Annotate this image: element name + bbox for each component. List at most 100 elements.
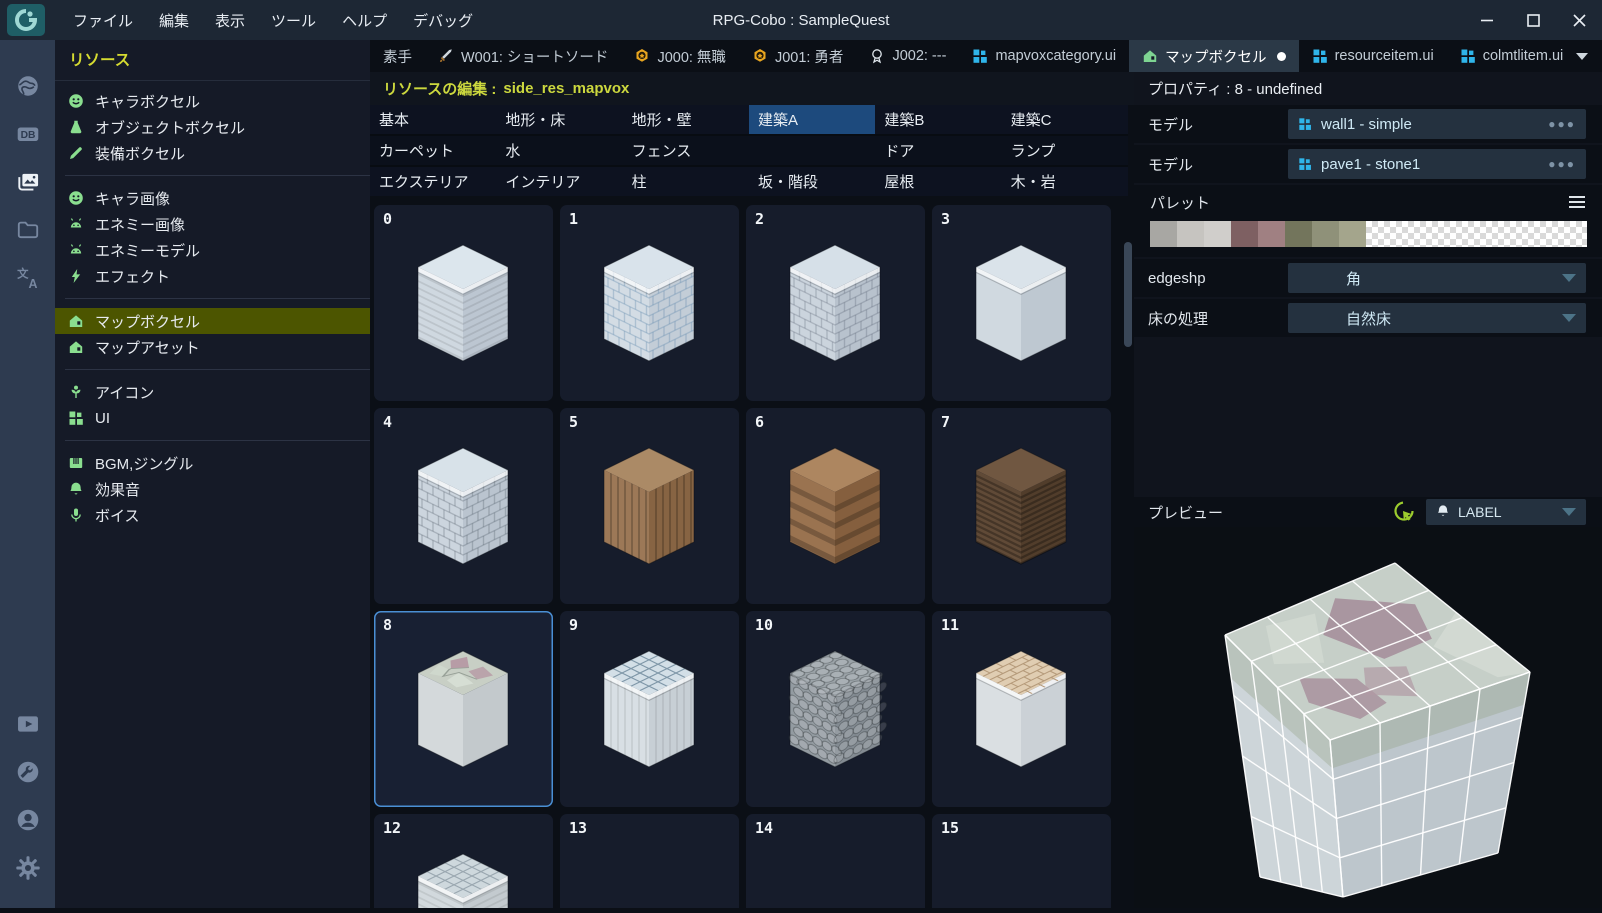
category-cell-r0c2[interactable]: 地形・壁 <box>623 105 749 134</box>
palette-strip[interactable] <box>1150 221 1587 247</box>
folder-icon[interactable] <box>8 210 48 250</box>
tab-8[interactable]: colmtlitem.ui <box>1447 40 1577 72</box>
palette-swatch-3[interactable] <box>1231 221 1258 247</box>
tile-2[interactable]: 2 <box>746 205 925 401</box>
badge-gold-icon <box>752 48 768 64</box>
model1-field[interactable]: wall1 - simple ●●● <box>1288 109 1586 139</box>
palette-swatch-5[interactable] <box>1285 221 1312 247</box>
tile-4[interactable]: 4 <box>374 408 553 604</box>
tile-10[interactable]: 10 <box>746 611 925 807</box>
category-cell-r0c5[interactable]: 建築C <box>1002 105 1128 134</box>
palette-swatch-1[interactable] <box>1177 221 1204 247</box>
play-icon[interactable] <box>8 704 48 744</box>
palette-swatch-2[interactable] <box>1204 221 1231 247</box>
sidebar-item-12[interactable]: アイコン <box>55 379 370 405</box>
gear-icon[interactable] <box>8 848 48 888</box>
menu-item-2[interactable]: 表示 <box>203 6 257 35</box>
chevron-down-icon[interactable] <box>1576 53 1588 60</box>
sidebar-item-4[interactable]: キャラ画像 <box>55 185 370 211</box>
category-cell-r1c4[interactable]: ドア <box>875 136 1001 165</box>
category-cell-r1c1[interactable]: 水 <box>496 136 622 165</box>
scrollbar[interactable] <box>1124 207 1132 908</box>
category-cell-r0c1[interactable]: 地形・床 <box>496 105 622 134</box>
tab-1[interactable]: W001: ショートソード <box>425 40 621 72</box>
grid-cyan-icon <box>1460 48 1476 64</box>
palette-swatch-7[interactable] <box>1339 221 1366 247</box>
sidebar-item-2[interactable]: 装備ボクセル <box>55 140 370 166</box>
category-cell-r1c5[interactable]: ランプ <box>1002 136 1128 165</box>
palette-swatch-0[interactable] <box>1150 221 1177 247</box>
tile-6[interactable]: 6 <box>746 408 925 604</box>
tile-1[interactable]: 1 <box>560 205 739 401</box>
category-cell-r0c4[interactable]: 建築B <box>875 105 1001 134</box>
sidebar-item-16[interactable]: 効果音 <box>55 476 370 502</box>
preview-label-dropdown[interactable]: LABEL <box>1426 499 1586 525</box>
preview-3d-viewport[interactable] <box>1134 527 1602 908</box>
tile-14[interactable]: 14 <box>746 814 925 908</box>
tile-number: 12 <box>383 819 401 837</box>
sidebar-item-0[interactable]: キャラボクセル <box>55 88 370 114</box>
minimize-button[interactable] <box>1464 0 1510 40</box>
tab-2[interactable]: J000: 無職 <box>621 40 739 72</box>
tab-0[interactable]: 素手 <box>370 40 425 72</box>
wrench-icon[interactable] <box>8 752 48 792</box>
category-cell-r0c3[interactable]: 建築A <box>749 105 875 134</box>
images-icon[interactable] <box>8 162 48 202</box>
tab-7[interactable]: resourceitem.ui <box>1299 40 1447 72</box>
tab-3[interactable]: J001: 勇者 <box>739 40 857 72</box>
category-cell-r2c0[interactable]: エクステリア <box>370 167 496 196</box>
translate-icon[interactable]: 文A <box>8 258 48 298</box>
sidebar-item-9[interactable]: マップボクセル <box>55 308 370 334</box>
tile-13[interactable]: 13 <box>560 814 739 908</box>
click-target-icon[interactable] <box>1392 500 1416 524</box>
sidebar-item-6[interactable]: エネミーモデル <box>55 237 370 263</box>
floor-dropdown[interactable]: 自然床 <box>1288 303 1586 333</box>
menu-item-0[interactable]: ファイル <box>61 6 145 35</box>
close-button[interactable] <box>1556 0 1602 40</box>
model2-more-button[interactable]: ●●● <box>1548 157 1576 171</box>
globe-icon[interactable] <box>8 66 48 106</box>
tile-11[interactable]: 11 <box>932 611 1111 807</box>
sidebar-item-7[interactable]: エフェクト <box>55 263 370 289</box>
sidebar-item-5[interactable]: エネミー画像 <box>55 211 370 237</box>
category-cell-r0c0[interactable]: 基本 <box>370 105 496 134</box>
category-cell-r2c2[interactable]: 柱 <box>623 167 749 196</box>
menu-item-5[interactable]: デバッグ <box>401 6 485 35</box>
tile-0[interactable]: 0 <box>374 205 553 401</box>
tile-5[interactable]: 5 <box>560 408 739 604</box>
model1-more-button[interactable]: ●●● <box>1548 117 1576 131</box>
sidebar-item-10[interactable]: マップアセット <box>55 334 370 360</box>
palette-swatch-6[interactable] <box>1312 221 1339 247</box>
hamburger-menu-icon[interactable] <box>1568 195 1586 209</box>
scrollbar-thumb[interactable] <box>1124 242 1132 347</box>
editor-main: リソースの編集 : side_res_mapvox 基本地形・床地形・壁建築A建… <box>370 72 1134 908</box>
menu-item-3[interactable]: ツール <box>259 6 328 35</box>
tile-7[interactable]: 7 <box>932 408 1111 604</box>
menu-item-1[interactable]: 編集 <box>147 6 201 35</box>
category-cell-r2c1[interactable]: インテリア <box>496 167 622 196</box>
tab-4[interactable]: J002: --- <box>856 40 959 72</box>
tab-6[interactable]: マップボクセル <box>1129 40 1299 72</box>
tab-5[interactable]: mapvoxcategory.ui <box>959 40 1129 72</box>
palette-swatch-4[interactable] <box>1258 221 1285 247</box>
category-cell-r1c2[interactable]: フェンス <box>623 136 749 165</box>
category-cell-r1c0[interactable]: カーペット <box>370 136 496 165</box>
tile-8[interactable]: 8 <box>374 611 553 807</box>
tile-12[interactable]: 12 <box>374 814 553 908</box>
db-icon[interactable]: DB <box>8 114 48 154</box>
category-cell-r2c3[interactable]: 坂・階段 <box>749 167 875 196</box>
tile-9[interactable]: 9 <box>560 611 739 807</box>
model2-field[interactable]: pave1 - stone1 ●●● <box>1288 149 1586 179</box>
sidebar-item-1[interactable]: オブジェクトボクセル <box>55 114 370 140</box>
edgeshp-dropdown[interactable]: 角 <box>1288 263 1586 293</box>
category-cell-r2c5[interactable]: 木・岩 <box>1002 167 1128 196</box>
menu-item-4[interactable]: ヘルプ <box>330 6 399 35</box>
category-cell-r2c4[interactable]: 屋根 <box>875 167 1001 196</box>
sidebar-item-13[interactable]: UI <box>55 405 370 431</box>
tile-3[interactable]: 3 <box>932 205 1111 401</box>
tile-15[interactable]: 15 <box>932 814 1111 908</box>
sidebar-item-15[interactable]: BGM,ジングル <box>55 450 370 476</box>
account-icon[interactable] <box>8 800 48 840</box>
sidebar-item-17[interactable]: ボイス <box>55 502 370 528</box>
maximize-button[interactable] <box>1510 0 1556 40</box>
